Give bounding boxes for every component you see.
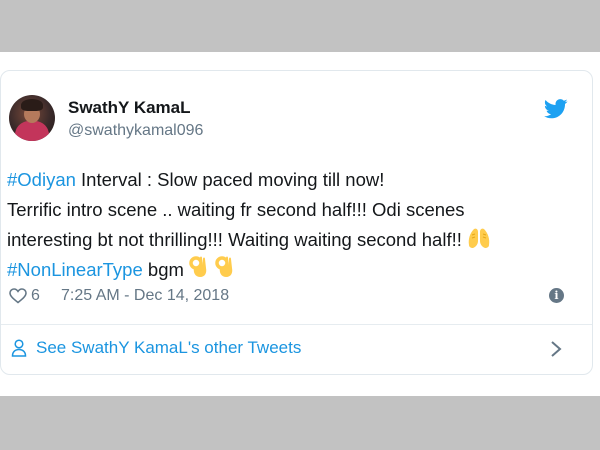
twitter-bird-icon[interactable] xyxy=(544,99,568,119)
ok-hand-emoji xyxy=(215,256,233,277)
see-other-tweets-link[interactable]: See SwathY KamaL's other Tweets xyxy=(36,338,301,358)
tweet-line-4-text: bgm xyxy=(142,259,184,280)
person-icon xyxy=(11,339,27,357)
tweet-card[interactable]: SwathY KamaL @swathykamal096 #Odiyan Int… xyxy=(0,70,593,375)
tweet-line-4: #NonLinearType bgm xyxy=(7,255,582,285)
tweet-line-1-text: Interval : Slow paced moving till now! xyxy=(75,169,385,190)
user-handle[interactable]: @swathykamal096 xyxy=(68,122,203,140)
tweet-meta: 6 7:25 AM - Dec 14, 2018 i xyxy=(9,285,569,309)
heart-icon[interactable] xyxy=(9,288,27,304)
ok-hand-emoji xyxy=(189,256,207,277)
info-icon[interactable]: i xyxy=(549,288,564,303)
avatar[interactable] xyxy=(9,95,55,141)
tweet-line-2: Terrific intro scene .. waiting fr secon… xyxy=(7,199,465,220)
tweet-timestamp[interactable]: 7:25 AM - Dec 14, 2018 xyxy=(61,287,229,305)
bottom-gray-band xyxy=(0,396,600,450)
tweet-line-3-text: interesting bt not thrilling!!! Waiting … xyxy=(7,229,462,250)
tweet-text: #Odiyan Interval : Slow paced moving til… xyxy=(7,165,582,285)
hashtag-link[interactable]: #NonLinearType xyxy=(7,259,143,280)
display-name[interactable]: SwathY KamaL xyxy=(68,98,191,118)
like-count: 6 xyxy=(31,287,40,304)
folded-hands-emoji xyxy=(468,228,490,248)
tweet-header: SwathY KamaL @swathykamal096 xyxy=(7,95,587,151)
hashtag-link[interactable]: #Odiyan xyxy=(7,169,76,190)
tweet-line-3: interesting bt not thrilling!!! Waiting … xyxy=(7,225,582,255)
other-tweets-row[interactable]: See SwathY KamaL's other Tweets xyxy=(9,336,574,362)
chevron-right-icon[interactable] xyxy=(550,340,562,358)
tweet-line-1: #Odiyan Interval : Slow paced moving til… xyxy=(7,165,582,195)
top-gray-band xyxy=(0,0,600,52)
avatar-shirt xyxy=(15,121,49,141)
divider xyxy=(1,324,592,325)
avatar-hair xyxy=(21,99,43,111)
